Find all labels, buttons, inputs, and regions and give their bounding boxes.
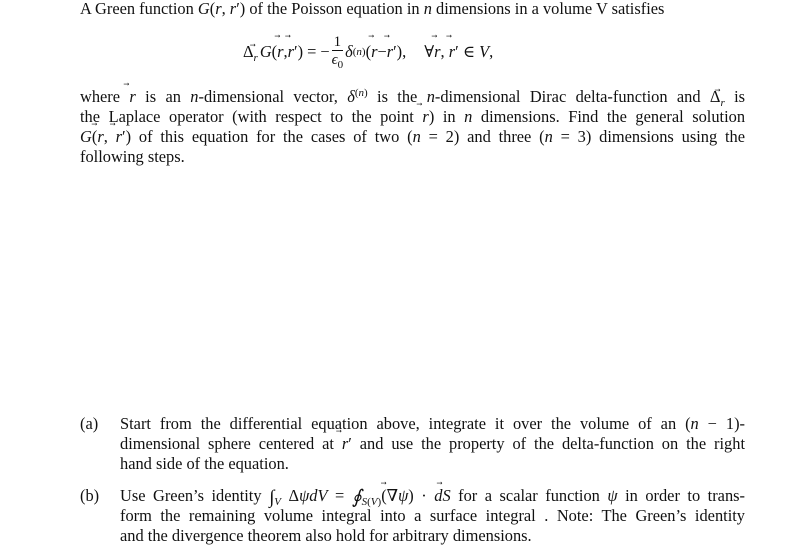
item-b-label: (b) xyxy=(80,486,100,505)
paragraph-line-1: where r is an n-dimensional vector, δ(n)… xyxy=(80,78,745,109)
intro-line: A Green function G(r, r′) of the Poisson… xyxy=(80,0,664,19)
item-a-line-3: hand side of the equation. xyxy=(120,454,289,473)
intro-text: A Green function xyxy=(80,0,198,18)
paragraph-line-2: the Laplace operator (with respect to th… xyxy=(80,98,745,127)
equation-fraction: 1 ϵ0 xyxy=(331,34,344,71)
equation-condition: ∀r, r′ ∈ V, xyxy=(424,33,493,62)
paragraph-line-3: G(r, r′) of this equation for the cases … xyxy=(80,118,745,147)
laplace-operator: Δr xyxy=(243,41,258,64)
document-page: A Green function G(r, r′) of the Poisson… xyxy=(0,0,806,556)
item-a-line-2: dimensional sphere centered at r′ and us… xyxy=(120,425,745,454)
poisson-equation: Δr G(r, r′) =− 1 ϵ0 δ(n)(r − r′), ∀r, r′… xyxy=(243,33,493,71)
item-a-line-1: Start from the differential equation abo… xyxy=(120,414,745,433)
paragraph-line-4: following steps. xyxy=(80,147,185,166)
item-b-line-3: and the divergence theorem also hold for… xyxy=(120,526,532,545)
item-b-line-1: Use Green’s identity ∫V ΔψdV = ∮S(V)(∇ψ)… xyxy=(120,477,745,508)
item-b-line-2: form the remaining volume integral into … xyxy=(120,506,745,525)
item-a-label: (a) xyxy=(80,414,99,433)
